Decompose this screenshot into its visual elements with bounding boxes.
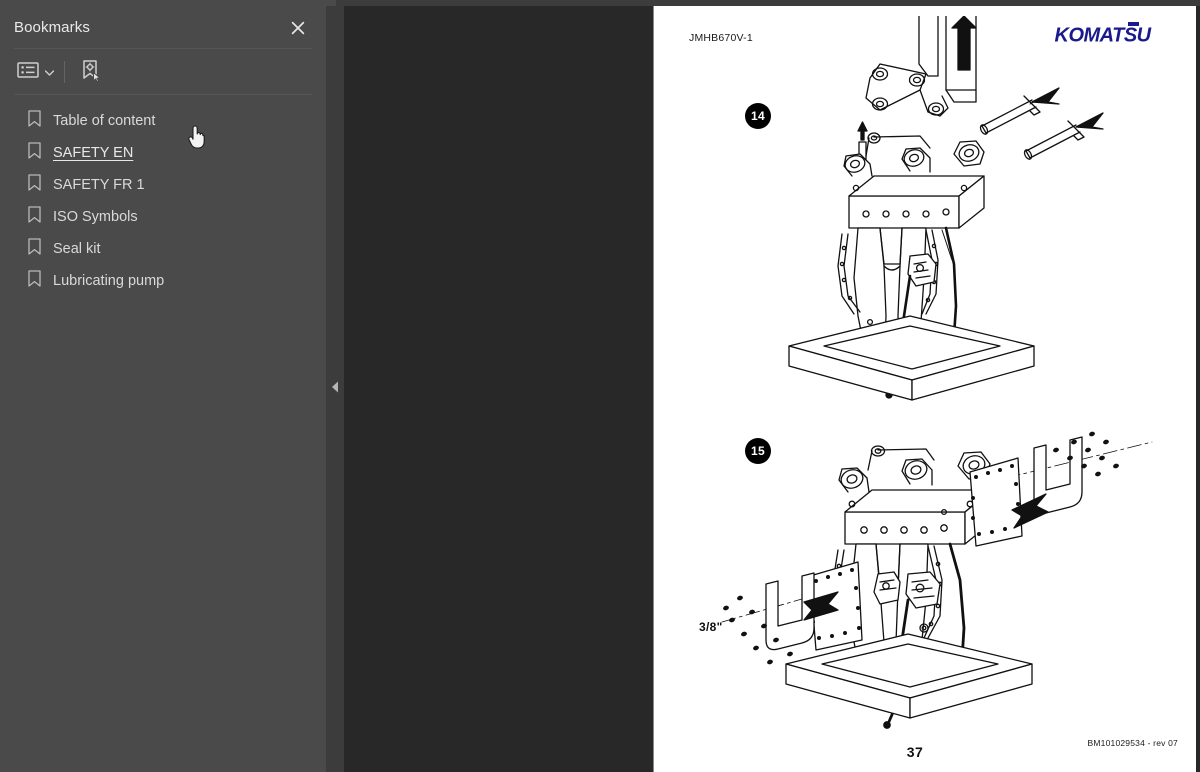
hammer-side-plates-removal-diagram [682,424,1182,764]
bookmark-list-view-icon [17,61,39,84]
bookmark-item-label: ISO Symbols [53,208,138,225]
bookmark-item-label: SAFETY EN [53,144,134,161]
bookmark-item-seal-kit[interactable]: Seal kit [0,233,326,265]
toolbar-separator [64,61,65,83]
bookmark-icon [28,270,41,292]
bookmark-icon [28,174,41,196]
bookmarks-sidebar: Bookmarks Table of content SAFETY EN SAF… [0,6,326,772]
bookmark-item-lubricating-pump[interactable]: Lubricating pump [0,265,326,297]
bookmark-icon [28,142,41,164]
new-bookmark-button[interactable] [75,57,105,87]
document-revision-code: BM101029534 - rev 07 [1087,738,1178,748]
pdf-page[interactable]: JMHB670V-1 KOMATSU 14 15 3/8" 37 BM10102… [653,6,1196,772]
close-button[interactable] [284,14,312,42]
chevron-left-icon [331,380,339,398]
toolbar-divider [14,94,312,95]
new-bookmark-icon [78,58,102,87]
pdf-viewer-window: Bookmarks Table of content SAFETY EN SAF… [0,0,1200,772]
sidebar-collapse-handle[interactable] [326,6,344,772]
bookmark-item-table-of-content[interactable]: Table of content [0,105,326,137]
bookmark-icon [28,110,41,132]
excavator-arm-with-hammer-diagram [714,16,1134,416]
bookmark-icon [28,206,41,228]
bookmark-list: Table of content SAFETY EN SAFETY FR 1 I… [0,95,326,772]
bookmarks-header: Bookmarks [0,6,326,49]
bookmark-item-safety-fr-1[interactable]: SAFETY FR 1 [0,169,326,201]
bookmark-icon [28,238,41,260]
bookmark-item-safety-en[interactable]: SAFETY EN [0,137,326,169]
page-right-edge [1196,6,1200,772]
chevron-down-icon [44,63,54,81]
page-title: Bookmarks [14,19,90,36]
bookmarks-toolbar [0,49,326,95]
bookmark-item-label: SAFETY FR 1 [53,176,145,193]
list-view-button[interactable] [14,57,42,87]
bookmark-item-label: Seal kit [53,240,101,257]
bookmark-item-iso-symbols[interactable]: ISO Symbols [0,201,326,233]
bookmark-item-label: Lubricating pump [53,272,165,289]
list-view-dropdown-button[interactable] [42,57,56,87]
close-icon [290,20,306,36]
bookmark-item-label: Table of content [53,112,156,129]
